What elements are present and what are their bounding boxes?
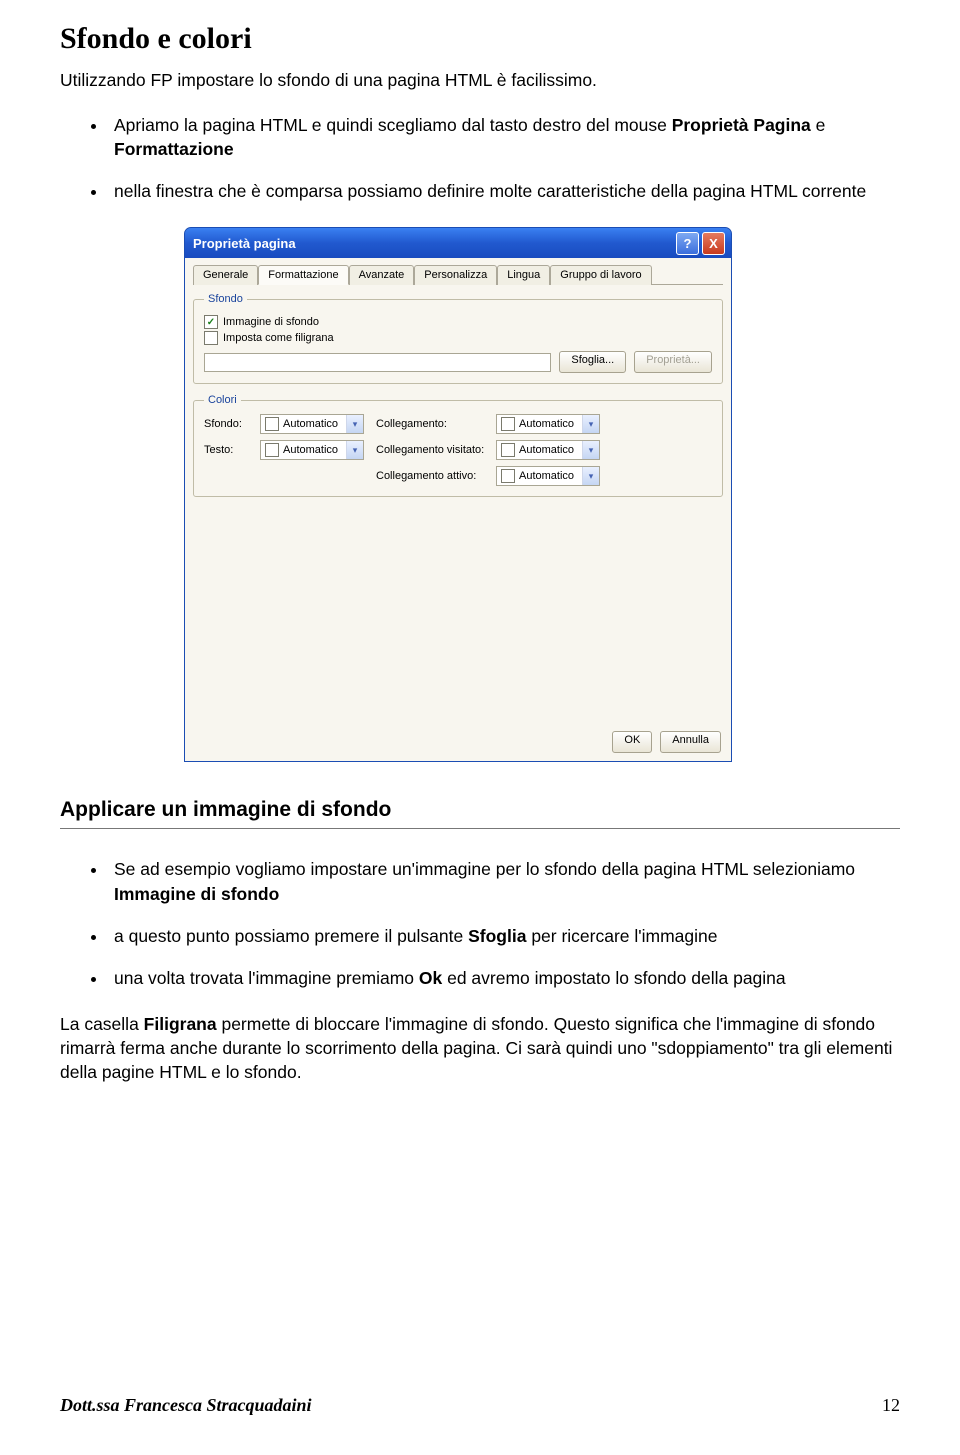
page-number: 12 bbox=[882, 1395, 900, 1416]
checkbox-filigrana[interactable] bbox=[204, 331, 218, 345]
swatch-icon bbox=[265, 417, 279, 431]
top-bullet-list: Apriamo la pagina HTML e quindi scegliam… bbox=[80, 113, 900, 203]
cancel-button[interactable]: Annulla bbox=[660, 731, 721, 753]
chevron-down-icon: ▾ bbox=[346, 415, 363, 433]
list-item: a questo punto possiamo premere il pulsa… bbox=[108, 924, 900, 948]
close-icon[interactable]: X bbox=[702, 232, 725, 255]
subheading: Applicare un immagine di sfondo bbox=[60, 798, 900, 822]
chevron-down-icon: ▾ bbox=[582, 441, 599, 459]
tab-gruppo[interactable]: Gruppo di lavoro bbox=[550, 265, 651, 285]
tab-lingua[interactable]: Lingua bbox=[497, 265, 550, 285]
combo-coll-visitato[interactable]: Automatico ▾ bbox=[496, 440, 600, 460]
list-item: nella finestra che è comparsa possiamo d… bbox=[108, 179, 900, 203]
browse-button[interactable]: Sfoglia... bbox=[559, 351, 626, 373]
ok-button[interactable]: OK bbox=[612, 731, 652, 753]
tab-formattazione[interactable]: Formattazione bbox=[258, 265, 348, 285]
checkbox-immagine-sfondo[interactable]: ✓ bbox=[204, 315, 218, 329]
list-item: Apriamo la pagina HTML e quindi scegliam… bbox=[108, 113, 900, 161]
footer-author: Dott.ssa Francesca Stracquadaini bbox=[60, 1395, 312, 1416]
combo-coll-attivo[interactable]: Automatico ▾ bbox=[496, 466, 600, 486]
background-path-input[interactable] bbox=[204, 353, 551, 372]
page-title: Sfondo e colori bbox=[60, 22, 900, 56]
checkbox-label: Imposta come filigrana bbox=[223, 332, 334, 344]
divider bbox=[60, 828, 900, 829]
colori-fieldset: Colori Sfondo: Automatico ▾ Collegamento… bbox=[193, 394, 723, 497]
tab-generale[interactable]: Generale bbox=[193, 265, 258, 285]
chevron-down-icon: ▾ bbox=[346, 441, 363, 459]
list-item: Se ad esempio vogliamo impostare un'imma… bbox=[108, 857, 900, 905]
tab-avanzate[interactable]: Avanzate bbox=[349, 265, 415, 285]
tab-strip: Generale Formattazione Avanzate Personal… bbox=[193, 264, 723, 285]
checkbox-label: Immagine di sfondo bbox=[223, 316, 319, 328]
sfondo-fieldset: Sfondo ✓ Immagine di sfondo Imposta come… bbox=[193, 293, 723, 384]
combo-testo[interactable]: Automatico ▾ bbox=[260, 440, 364, 460]
swatch-icon bbox=[501, 469, 515, 483]
mid-bullet-list: Se ad esempio vogliamo impostare un'imma… bbox=[80, 857, 900, 990]
chevron-down-icon: ▾ bbox=[582, 467, 599, 485]
swatch-icon bbox=[501, 417, 515, 431]
tab-personalizza[interactable]: Personalizza bbox=[414, 265, 497, 285]
sfondo-legend: Sfondo bbox=[204, 293, 247, 305]
chevron-down-icon: ▾ bbox=[582, 415, 599, 433]
intro-text: Utilizzando FP impostare lo sfondo di un… bbox=[60, 70, 900, 91]
label-sfondo: Sfondo: bbox=[204, 418, 260, 430]
dialog-title: Proprietà pagina bbox=[193, 236, 673, 251]
colori-legend: Colori bbox=[204, 394, 241, 406]
label-collegamento-visitato: Collegamento visitato: bbox=[376, 444, 496, 456]
swatch-icon bbox=[265, 443, 279, 457]
combo-collegamento[interactable]: Automatico ▾ bbox=[496, 414, 600, 434]
combo-sfondo[interactable]: Automatico ▾ bbox=[260, 414, 364, 434]
paragraph-filigrana: La casella Filigrana permette di bloccar… bbox=[60, 1012, 900, 1084]
help-icon[interactable]: ? bbox=[676, 232, 699, 255]
label-testo: Testo: bbox=[204, 444, 260, 456]
page-footer: Dott.ssa Francesca Stracquadaini 12 bbox=[0, 1395, 960, 1436]
properties-button: Proprietà... bbox=[634, 351, 712, 373]
dialog-screenshot: Proprietà pagina ? X Generale Formattazi… bbox=[184, 227, 900, 762]
list-item: una volta trovata l'immagine premiamo Ok… bbox=[108, 966, 900, 990]
dialog-titlebar[interactable]: Proprietà pagina ? X bbox=[185, 228, 731, 258]
swatch-icon bbox=[501, 443, 515, 457]
label-collegamento: Collegamento: bbox=[376, 418, 496, 430]
label-collegamento-attivo: Collegamento attivo: bbox=[376, 470, 496, 482]
